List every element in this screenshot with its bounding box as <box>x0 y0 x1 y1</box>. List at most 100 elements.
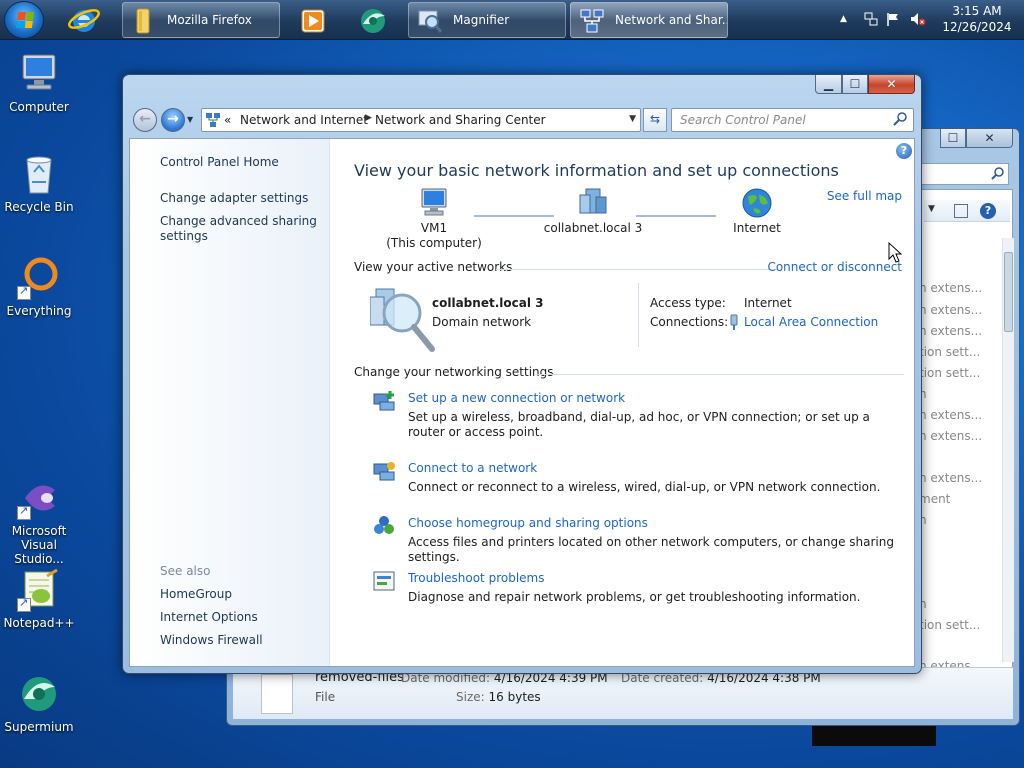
forward-button[interactable]: → <box>161 108 185 132</box>
background-close-button[interactable]: ✕ <box>966 129 1013 148</box>
taskbar-button-label: Network and Shar... <box>615 13 728 27</box>
magnifier-icon <box>417 7 443 33</box>
address-dropdown-icon[interactable]: ▼ <box>629 114 636 124</box>
breadcrumb-separator-icon[interactable]: ▶ <box>365 113 372 123</box>
background-list-item[interactable]: ment <box>919 492 989 506</box>
map-node-network[interactable]: collabnet.local 3 <box>538 187 648 236</box>
connections-label: Connections: <box>650 315 729 329</box>
action-center-flag-icon[interactable] <box>886 12 900 26</box>
recycle-bin-icon <box>17 152 61 196</box>
details-size: Size: 16 bytes <box>456 690 541 704</box>
background-scrollbar-thumb[interactable] <box>1004 252 1013 332</box>
background-list-item[interactable]: n <box>919 513 989 527</box>
search-icon[interactable] <box>893 112 907 126</box>
map-internet-label: Internet <box>733 221 781 235</box>
desktop-icon-visual-studio[interactable]: Microsoft Visual Studio... <box>1 476 77 566</box>
change-advanced-sharing-settings-link[interactable]: Change advanced sharing settings <box>160 214 320 244</box>
back-button[interactable]: ← <box>133 108 157 132</box>
start-button[interactable] <box>4 1 44 39</box>
background-list-item[interactable]: n extens... <box>919 303 989 317</box>
vertical-divider <box>638 283 639 347</box>
address-overflow-chevron[interactable]: « <box>224 113 231 127</box>
map-computer-sub: (This computer) <box>386 236 482 250</box>
taskbar-button-network-sharing[interactable]: Network and Shar... <box>570 2 728 38</box>
troubleshoot-icon <box>372 570 396 592</box>
recent-pages-chevron-icon[interactable]: ▼ <box>187 115 193 124</box>
refresh-button[interactable]: ⇆ <box>643 108 667 132</box>
close-button[interactable]: ✕ <box>868 75 915 94</box>
minimize-button[interactable]: ▁ <box>815 75 842 94</box>
networking-settings-heading: Change your networking settings <box>354 365 554 379</box>
setup-new-connection-link[interactable]: Set up a new connection or network <box>408 390 908 406</box>
window-content: Control Panel Home Change adapter settin… <box>129 138 915 667</box>
background-list-item[interactable]: tion sett... <box>919 345 989 359</box>
background-list-item[interactable]: n <box>919 597 989 611</box>
background-list-item[interactable]: n extens... <box>919 324 989 338</box>
background-window-controls: ☐ ✕ <box>940 129 1013 149</box>
help-icon[interactable]: ? <box>980 203 996 219</box>
background-list-item[interactable]: tion sett... <box>919 366 989 380</box>
desktop-icon-computer[interactable]: Computer <box>1 52 77 114</box>
address-bar[interactable]: « Network and Internet ▶ Network and Sha… <box>201 108 641 132</box>
system-tray: ▲ 3:15 AM 12/26/2024 <box>834 0 1024 40</box>
change-adapter-settings-link[interactable]: Change adapter settings <box>160 191 320 206</box>
control-panel-home-link[interactable]: Control Panel Home <box>160 155 320 170</box>
background-scrollbar[interactable] <box>1002 238 1014 662</box>
breadcrumb-network-and-internet[interactable]: Network and Internet <box>240 113 368 127</box>
internet-options-link[interactable]: Internet Options <box>160 610 320 625</box>
show-hidden-icons-icon[interactable]: ▲ <box>840 14 854 28</box>
task-new-connection: Set up a new connection or network Set u… <box>373 390 908 440</box>
view-options-chevron-icon[interactable]: ▼ <box>928 204 935 214</box>
local-area-connection-link[interactable]: Local Area Connection <box>744 315 878 329</box>
control-panel-network-icon <box>205 112 221 131</box>
computer-icon <box>17 52 61 96</box>
desktop-icon-notepad-plus-plus[interactable]: Notepad++ <box>1 568 77 630</box>
network-tray-icon[interactable] <box>864 12 878 26</box>
supermium-icon[interactable] <box>354 2 394 38</box>
help-icon[interactable]: ? <box>896 143 912 159</box>
desktop-icon-everything[interactable]: Everything <box>1 256 77 318</box>
breadcrumb-network-and-sharing-center[interactable]: Network and Sharing Center <box>375 113 546 127</box>
background-list-item[interactable]: n extens... <box>919 408 989 422</box>
homegroup-link[interactable]: HomeGroup <box>160 587 320 602</box>
task-description: Connect or reconnect to a wireless, wire… <box>408 480 881 494</box>
desktop-icon-recycle-bin[interactable]: Recycle Bin <box>1 152 77 214</box>
network-sharing-center-window[interactable]: ▁ ☐ ✕ ← → ▼ « Network and Internet ▶ Net… <box>122 74 922 674</box>
see-full-map-link[interactable]: See full map <box>827 189 902 203</box>
search-icon <box>991 167 1004 183</box>
background-list-item[interactable]: n extens... <box>919 281 989 295</box>
volume-muted-icon[interactable] <box>910 12 926 26</box>
background-list-item[interactable]: n <box>919 387 989 401</box>
background-list-item[interactable]: tion sett... <box>919 618 989 632</box>
map-node-internet[interactable]: Internet <box>712 187 802 236</box>
active-network-type[interactable]: Domain network <box>432 315 531 329</box>
map-connector-line <box>636 215 716 217</box>
task-troubleshoot: Troubleshoot problems Diagnose and repai… <box>373 570 908 605</box>
homegroup-sharing-options-link[interactable]: Choose homegroup and sharing options <box>408 515 908 531</box>
task-description: Set up a wireless, broadband, dial-up, a… <box>408 410 870 439</box>
desktop-icon-supermium[interactable]: Supermium <box>1 672 77 734</box>
internet-explorer-icon[interactable] <box>66 2 106 38</box>
clock-date: 12/26/2024 <box>942 20 1012 34</box>
search-box[interactable]: Search Control Panel <box>671 108 914 132</box>
clock[interactable]: 3:15 AM 12/26/2024 <box>942 3 1012 35</box>
background-maximize-button[interactable]: ☐ <box>940 129 966 148</box>
background-list-item[interactable]: n extens... <box>919 429 989 443</box>
connect-or-disconnect-link[interactable]: Connect or disconnect <box>767 260 902 274</box>
troubleshoot-problems-link[interactable]: Troubleshoot problems <box>408 570 908 586</box>
shortcut-arrow-icon <box>17 284 31 300</box>
task-description: Diagnose and repair network problems, or… <box>408 590 861 604</box>
preview-pane-icon[interactable] <box>954 204 968 218</box>
windows-logo-icon <box>15 12 35 28</box>
windows-firewall-link[interactable]: Windows Firewall <box>160 633 320 648</box>
taskbar: Mozilla Firefox Magnifier Network and Sh… <box>0 0 1024 40</box>
background-list-item[interactable]: n extens... <box>919 471 989 485</box>
maximize-button[interactable]: ☐ <box>842 75 868 94</box>
connect-to-network-link[interactable]: Connect to a network <box>408 460 908 476</box>
map-node-computer[interactable]: VM1 (This computer) <box>384 187 484 251</box>
mouse-cursor-icon <box>888 242 902 263</box>
taskbar-button-firefox[interactable]: Mozilla Firefox <box>122 2 280 38</box>
taskbar-button-magnifier[interactable]: Magnifier <box>408 2 566 38</box>
background-search-box[interactable] <box>919 163 1009 185</box>
media-player-icon[interactable] <box>294 2 334 38</box>
